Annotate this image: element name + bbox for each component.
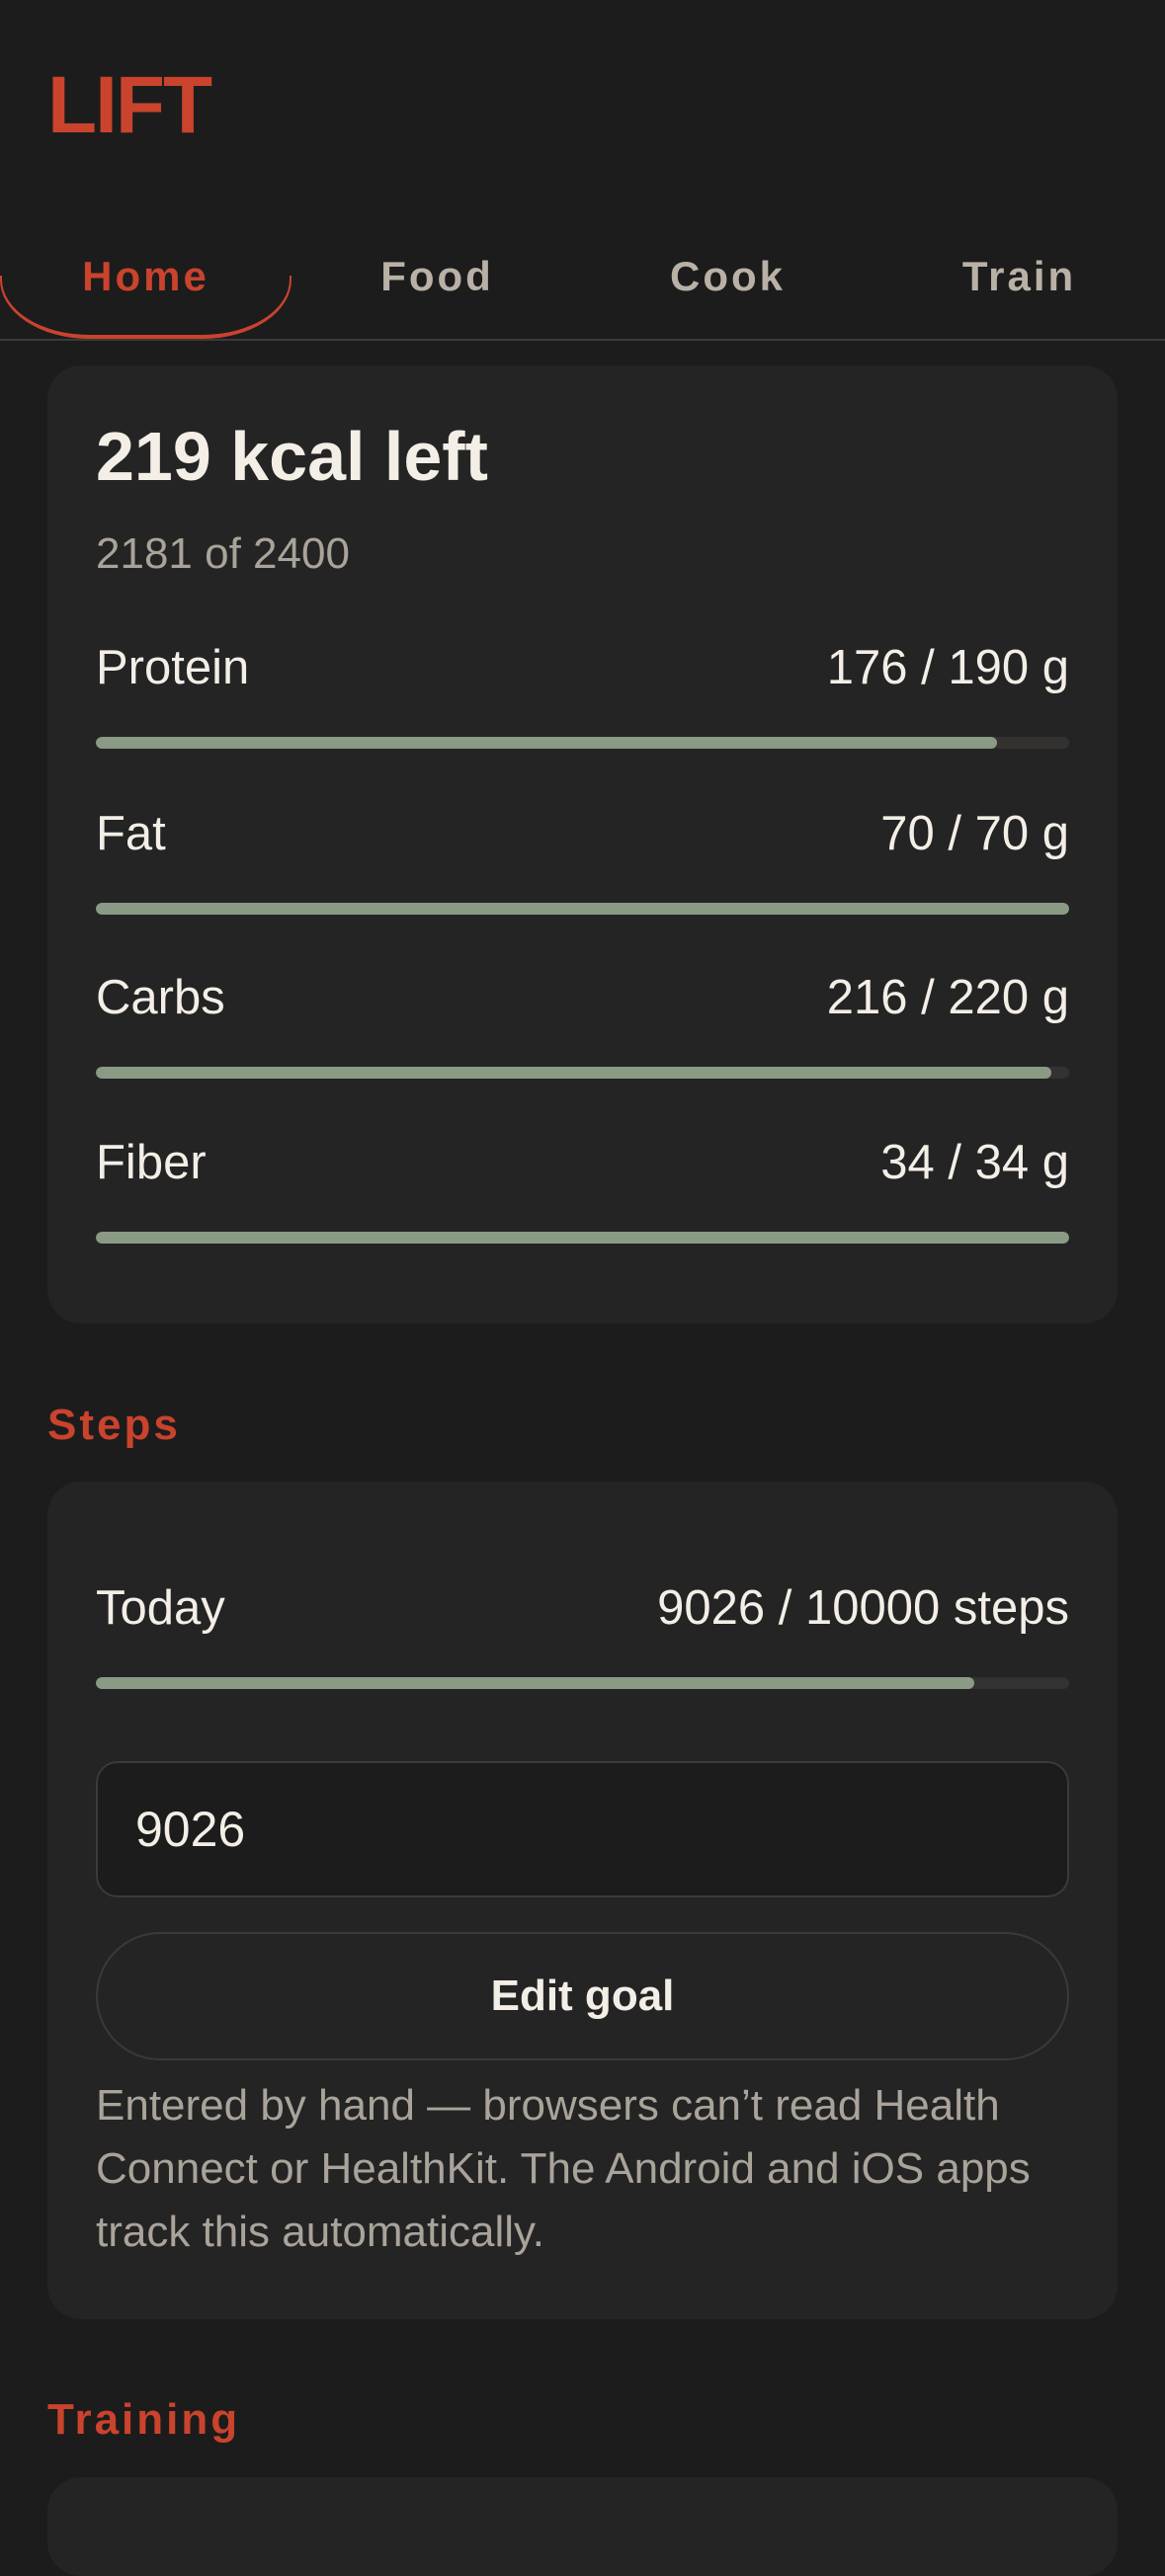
macro-label: Protein — [96, 641, 250, 694]
steps-heading: Steps — [47, 1401, 181, 1449]
macro-progress-track — [96, 737, 1069, 749]
macro-value: 34 / 34 g — [880, 1136, 1069, 1189]
macro-progress-track — [96, 903, 1069, 915]
macro-progress-fill — [96, 1232, 1069, 1244]
macro-value: 70 / 70 g — [880, 807, 1069, 860]
tab-food-label: Food — [380, 253, 494, 299]
macro-label: Fat — [96, 807, 166, 860]
macro-progress-fill — [96, 737, 998, 749]
macro-row-protein: Protein 176 / 190 g — [96, 640, 1069, 806]
macro-progress-fill — [96, 1067, 1052, 1079]
tab-train-label: Train — [961, 253, 1077, 299]
calorie-summary-card: 219 kcal left 2181 of 2400 Protein 176 /… — [47, 365, 1118, 1324]
macro-progress-fill — [96, 903, 1069, 915]
macro-value: 176 / 190 g — [826, 641, 1069, 694]
macro-label: Fiber — [96, 1136, 207, 1189]
steps-today-value: 9026 / 10000 steps — [657, 1581, 1069, 1635]
macro-progress-track — [96, 1067, 1069, 1079]
active-tab-indicator — [0, 276, 291, 339]
steps-note: Entered by hand — browsers can’t read He… — [96, 2081, 1031, 2256]
kcal-consumed-subtitle: 2181 of 2400 — [96, 529, 350, 578]
macro-label: Carbs — [96, 971, 225, 1024]
edit-goal-button[interactable]: Edit goal — [96, 1932, 1069, 2060]
tab-home[interactable]: Home — [0, 212, 291, 341]
steps-progress-track — [96, 1677, 1069, 1689]
tab-bar: Home Food Cook Train — [0, 212, 1165, 341]
app-title: LIFT — [47, 60, 212, 150]
training-heading: Training — [47, 2395, 241, 2444]
steps-today-label: Today — [96, 1581, 225, 1635]
training-card — [47, 2477, 1118, 2576]
tab-cook[interactable]: Cook — [582, 212, 874, 341]
steps-today-row: Today 9026 / 10000 steps — [96, 1580, 1069, 1746]
macro-value: 216 / 220 g — [826, 971, 1069, 1024]
macro-row-carbs: Carbs 216 / 220 g — [96, 970, 1069, 1136]
macro-progress-track — [96, 1232, 1069, 1244]
tab-food[interactable]: Food — [291, 212, 583, 341]
macro-row-fat: Fat 70 / 70 g — [96, 806, 1069, 972]
tab-cook-label: Cook — [670, 253, 786, 299]
macro-row-fiber: Fiber 34 / 34 g — [96, 1135, 1069, 1301]
steps-input[interactable] — [96, 1761, 1069, 1897]
steps-card: Today 9026 / 10000 steps Edit goal Enter… — [47, 1482, 1118, 2319]
steps-progress-fill — [96, 1677, 975, 1689]
tab-train[interactable]: Train — [874, 212, 1165, 341]
kcal-left-title: 219 kcal left — [96, 418, 488, 495]
